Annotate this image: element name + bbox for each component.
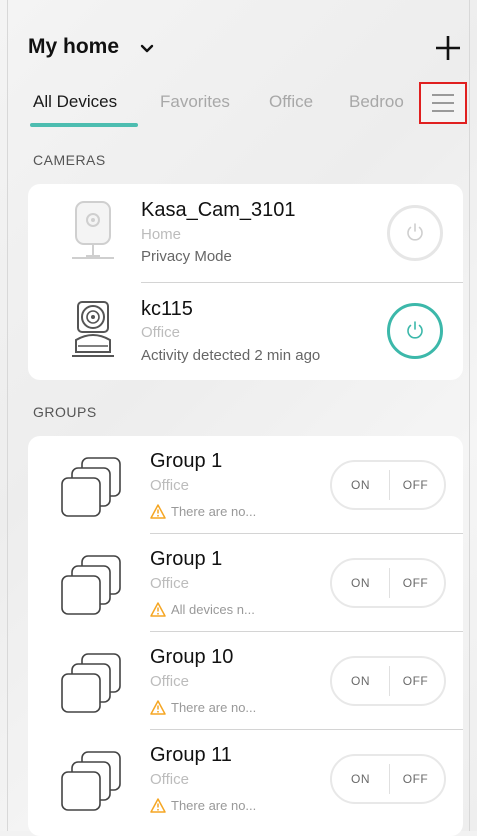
group-warning-text: There are no...: [171, 700, 257, 715]
group-row[interactable]: Group 1 Office All devices n... ON OFF: [28, 534, 463, 632]
room-tabs: All Devices Favorites Office Bedroo: [28, 90, 424, 130]
header: My home: [28, 33, 463, 65]
group-room: Office: [150, 673, 189, 690]
device-name: kc115: [141, 298, 193, 320]
camera-icon: [72, 201, 114, 259]
camera-row[interactable]: Kasa_Cam_3101 Home Privacy Mode: [28, 184, 463, 282]
group-icon: [61, 751, 121, 811]
add-device-button[interactable]: [433, 33, 463, 63]
off-button[interactable]: OFF: [387, 560, 444, 606]
group-row[interactable]: Group 10 Office There are no... ON OFF: [28, 632, 463, 730]
off-button[interactable]: OFF: [387, 658, 444, 704]
group-room: Office: [150, 477, 189, 494]
group-name: Group 11: [150, 744, 232, 766]
active-tab-indicator: [30, 123, 138, 127]
group-on-off-toggle: ON OFF: [330, 460, 446, 510]
groups-card: Group 1 Office There are no... ON OFF Gr…: [28, 436, 463, 836]
group-warning: All devices n...: [150, 602, 255, 617]
warning-icon: [150, 504, 166, 519]
on-button[interactable]: ON: [332, 560, 389, 606]
off-button[interactable]: OFF: [387, 756, 444, 802]
group-on-off-toggle: ON OFF: [330, 656, 446, 706]
device-room: Home: [141, 226, 182, 243]
home-title[interactable]: My home: [28, 35, 119, 59]
camera-icon: [72, 301, 114, 357]
device-status: Privacy Mode: [141, 248, 232, 265]
group-warning-text: There are no...: [171, 798, 257, 813]
device-status: Activity detected 2 min ago: [141, 347, 321, 364]
chevron-down-icon[interactable]: [136, 37, 158, 59]
section-title-groups: GROUPS: [33, 404, 97, 420]
group-room: Office: [150, 575, 189, 592]
on-button[interactable]: ON: [332, 658, 389, 704]
on-button[interactable]: ON: [332, 462, 389, 508]
tab-favorites[interactable]: Favorites: [160, 92, 230, 112]
group-icon: [61, 457, 121, 517]
group-room: Office: [150, 771, 189, 788]
group-warning-text: All devices n...: [171, 602, 255, 617]
power-button[interactable]: [387, 205, 443, 261]
warning-icon: [150, 798, 166, 813]
group-name: Group 1: [150, 450, 223, 472]
group-row[interactable]: Group 11 Office There are no... ON OFF: [28, 730, 463, 828]
power-button[interactable]: [387, 303, 443, 359]
on-button[interactable]: ON: [332, 756, 389, 802]
cameras-card: Kasa_Cam_3101 Home Privacy Mode kc115 Of…: [28, 184, 463, 380]
frame-left-edge: [7, 0, 8, 831]
device-room: Office: [141, 324, 180, 341]
group-warning: There are no...: [150, 504, 256, 519]
group-on-off-toggle: ON OFF: [330, 754, 446, 804]
warning-icon: [150, 700, 166, 715]
group-name: Group 1: [150, 548, 223, 570]
group-warning: There are no...: [150, 700, 256, 715]
camera-row[interactable]: kc115 Office Activity detected 2 min ago: [28, 282, 463, 380]
tab-office[interactable]: Office: [269, 92, 313, 112]
group-on-off-toggle: ON OFF: [330, 558, 446, 608]
off-button[interactable]: OFF: [387, 462, 444, 508]
power-icon: [407, 223, 423, 241]
section-title-cameras: CAMERAS: [33, 152, 106, 168]
tabs-menu-button[interactable]: [419, 82, 467, 124]
tab-bedroom[interactable]: Bedroo: [349, 92, 404, 112]
group-icon: [61, 555, 121, 615]
group-row[interactable]: Group 1 Office There are no... ON OFF: [28, 436, 463, 534]
group-name: Group 10: [150, 646, 234, 668]
warning-icon: [150, 602, 166, 617]
power-icon: [407, 321, 423, 339]
group-warning-text: There are no...: [171, 504, 257, 519]
device-name: Kasa_Cam_3101: [141, 199, 296, 221]
group-warning: There are no...: [150, 798, 256, 813]
hamburger-icon: [432, 94, 454, 112]
group-icon: [61, 653, 121, 713]
tab-all-devices[interactable]: All Devices: [33, 92, 117, 112]
frame-right-edge: [469, 0, 470, 831]
